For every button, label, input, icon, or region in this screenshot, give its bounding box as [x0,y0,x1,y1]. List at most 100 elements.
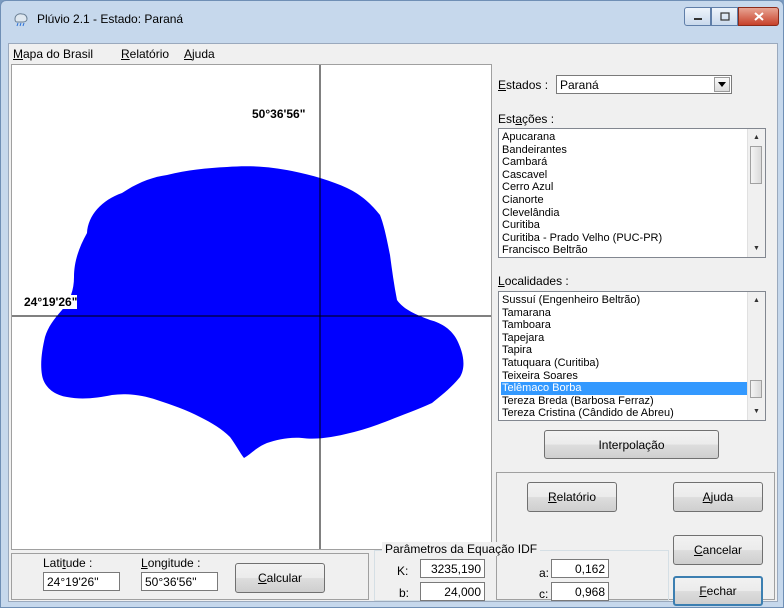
localidades-label: Localidades : [498,274,569,288]
list-item[interactable]: Teixeira Soares [501,370,747,383]
list-item[interactable]: Cerro Azul [501,181,747,194]
a-field[interactable]: 0,162 [551,559,609,578]
menu-relatorio[interactable]: Relatório [121,47,169,61]
window-title: Plúvio 2.1 - Estado: Paraná [37,12,184,26]
interpolacao-button[interactable]: Interpolação [544,430,719,459]
estados-accel: E [498,78,507,92]
b-field[interactable]: 24,000 [420,582,485,601]
longitude-accel: L [141,556,148,570]
scroll-thumb[interactable] [750,146,762,184]
list-item[interactable]: Bandeirantes [501,144,747,157]
idf-groupbox [374,550,669,601]
cancelar-accel: C [693,543,703,557]
estacoes-label-text: ções : [522,112,555,126]
cancelar-button[interactable]: Cancelar [673,535,763,565]
calcular-button[interactable]: Calcular [235,563,325,593]
scroll-up-icon[interactable]: ▲ [748,129,765,146]
minimize-icon [693,17,702,20]
list-item[interactable]: Sussuí (Engenheiro Beltrão) [501,294,747,307]
k-label: K: [397,564,409,578]
idf-title: Parâmetros da Equação IDF [382,542,541,556]
chevron-down-icon [718,82,726,87]
estados-selected: Paraná [560,78,599,92]
c-field[interactable]: 0,968 [551,582,609,601]
list-item[interactable]: Telêmaco Borba [501,382,747,395]
list-item[interactable]: Francisco Beltrão [501,244,747,257]
relatorio-accel: R [547,490,557,504]
app-icon [14,13,28,27]
localidades-accel: L [498,274,505,288]
scroll-down-icon[interactable]: ▼ [748,403,765,420]
close-button[interactable] [738,7,779,26]
menu-ajuda[interactable]: Ajuda [184,47,215,61]
menu-mapa-do-brasil[interactable]: Mapa do Brasil [13,47,93,61]
list-item[interactable]: Tapejara [501,332,747,345]
menu-label: apa do Brasil [23,47,94,61]
calcular-label: alcular [266,571,303,585]
estacoes-listbox[interactable]: Apucarana Bandeirantes Cambará Cascavel Cerr… [498,128,766,258]
list-item[interactable]: Tereza Cristina (Cândido de Abreu) [501,407,747,420]
a-label: a: [539,566,550,580]
latitude-label-text: ude : [65,556,93,570]
menu-accel: R [121,47,130,61]
maximize-icon [719,12,730,21]
list-item[interactable]: Curitiba [501,219,747,232]
title-bar[interactable]: Plúvio 2.1 - Estado: Paraná [1,1,783,35]
scroll-thumb[interactable] [750,380,762,398]
relatorio-button[interactable]: Relatório [527,482,617,512]
list-item[interactable]: Tamarana [501,307,747,320]
scroll-up-icon[interactable]: ▲ [748,292,765,309]
menu-accel: M [13,47,23,61]
list-item[interactable]: Cianorte [501,194,747,207]
crosshair [12,65,491,549]
localidades-items: Sussuí (Engenheiro Beltrão) Tamarana Tambo… [501,294,747,420]
latitude-label: Latitude : [43,556,92,570]
estacoes-scrollbar[interactable]: ▲ ▼ [747,129,765,257]
scroll-down-icon[interactable]: ▼ [748,240,765,257]
list-item[interactable]: Cascavel [501,169,747,182]
list-item[interactable]: Clevelândia [501,207,747,220]
fechar-button[interactable]: Fechar [673,576,763,606]
longitude-label: Longitude : [141,556,200,570]
menu-label: elatório [129,47,170,61]
ajuda-button[interactable]: Ajuda [673,482,763,512]
latitude-field[interactable]: 24°19'26'' [43,572,120,591]
latitude-label-pre: Lati [43,556,63,570]
localidades-listbox[interactable]: Sussuí (Engenheiro Beltrão) Tamarana Tambo… [498,291,766,421]
list-item[interactable]: Tamboara [501,319,747,332]
list-item[interactable]: Tapira [501,344,747,357]
main-window: Plúvio 2.1 - Estado: Paraná Mapa do Bras… [0,0,784,608]
estados-combo[interactable]: Paraná [556,75,732,94]
fechar-label: echar [706,584,737,598]
menu-label: juda [192,47,215,61]
longitude-marker-label: 50°36'56" [252,107,306,121]
ajuda-accel: A [702,490,711,504]
minimize-button[interactable] [684,7,711,26]
estacoes-label-pre: Est [498,112,516,126]
right-panel: Estados : Paraná Estações : Apucarana Ban… [496,64,776,606]
list-item[interactable]: Tatuquara (Curitiba) [501,357,747,370]
list-item[interactable]: Cambará [501,156,747,169]
estados-label: Estados : [498,78,548,92]
longitude-label-text: ongitude : [147,556,201,570]
k-field[interactable]: 3235,190 [420,559,485,578]
ajuda-label: juda [710,490,734,504]
cancelar-label: ancelar [702,543,743,557]
longitude-field[interactable]: 50°36'56'' [141,572,218,591]
latitude-marker-label: 24°19'26" [24,295,78,309]
c-label: c: [539,587,549,601]
state-map[interactable]: 50°36'56" 24°19'26" [11,64,492,550]
list-item[interactable]: Apucarana [501,131,747,144]
maximize-button[interactable] [711,7,738,26]
localidades-scrollbar[interactable]: ▲ ▼ [747,292,765,420]
list-item[interactable]: Curitiba - Prado Velho (PUC-PR) [501,232,747,245]
close-icon [753,12,764,21]
estados-dropdown-button[interactable] [714,77,730,92]
list-item[interactable]: Tereza Breda (Barbosa Ferraz) [501,395,747,408]
localidades-label-text: ocalidades : [504,274,569,288]
estados-label-text: stados : [506,78,549,92]
estacoes-label: Estações : [498,112,554,126]
calcular-accel: C [257,571,267,585]
b-label: b: [399,586,410,600]
client-area: Mapa do Brasil Relatório Ajuda 50°36'56"… [8,43,778,606]
